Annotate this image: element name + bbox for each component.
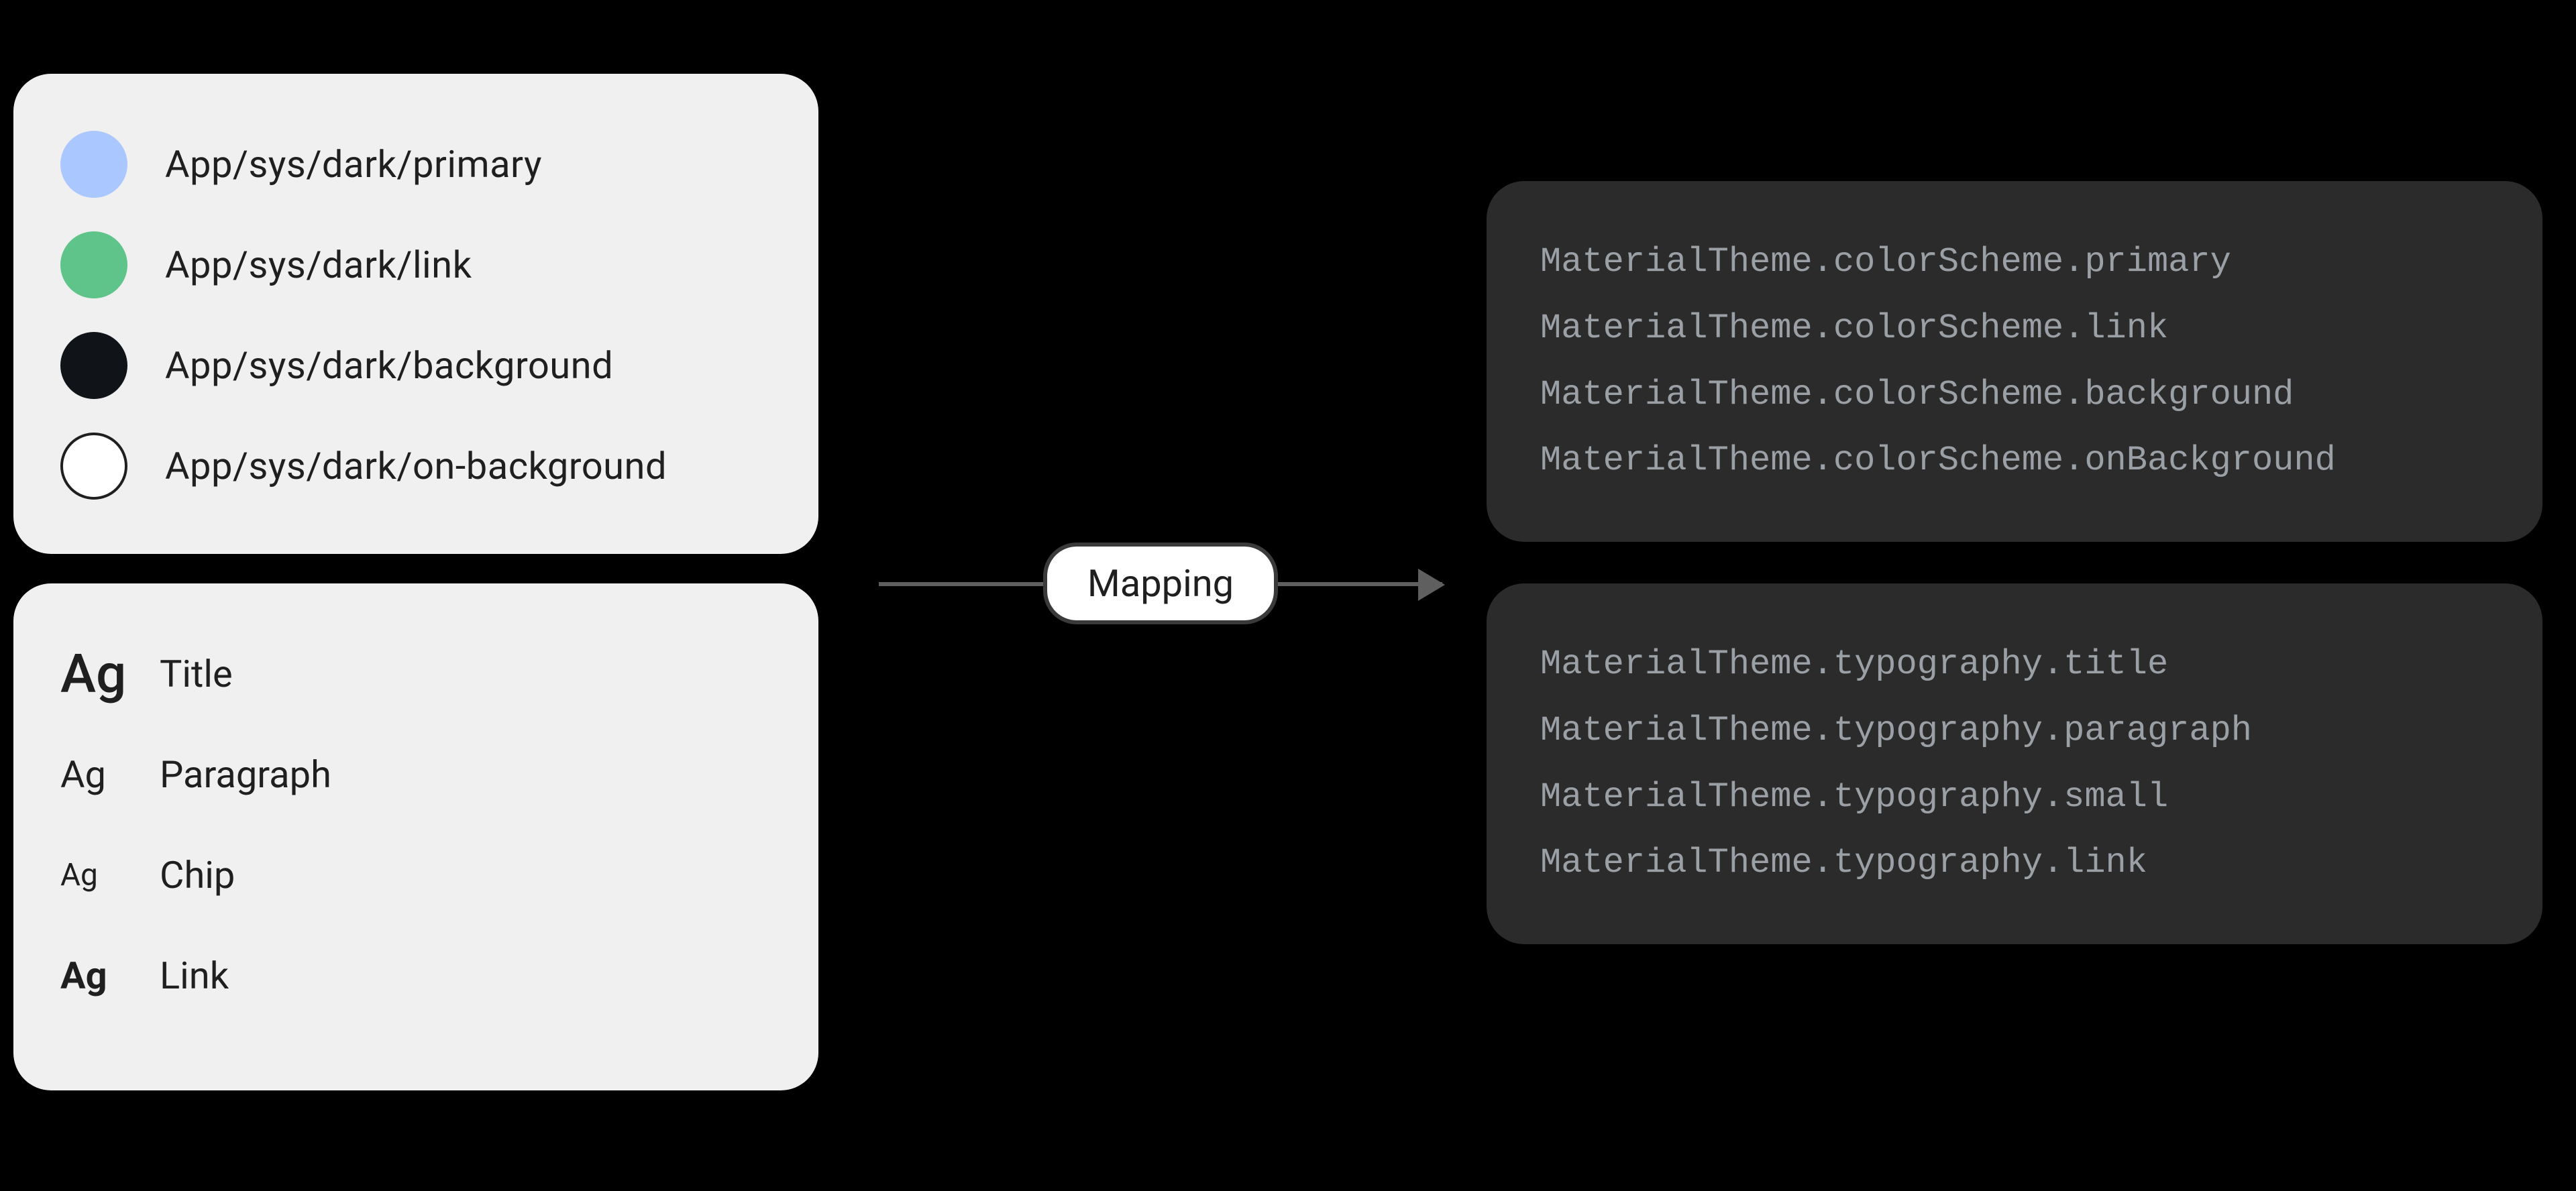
typo-label-paragraph: Paragraph bbox=[160, 752, 331, 797]
typo-row-chip: Ag Chip bbox=[60, 825, 771, 925]
typo-row-paragraph: Ag Paragraph bbox=[60, 724, 771, 825]
swatch-background bbox=[60, 332, 127, 399]
typo-row-link: Ag Link bbox=[60, 925, 771, 1026]
typo-label-link: Link bbox=[160, 954, 229, 998]
code-line: MaterialTheme.colorScheme.onBackground bbox=[1540, 428, 2489, 494]
typo-label-chip: Chip bbox=[160, 853, 235, 897]
color-label-link: App/sys/dark/link bbox=[165, 243, 472, 287]
code-card-color-scheme: MaterialTheme.colorScheme.primary Materi… bbox=[1487, 181, 2542, 542]
color-label-primary: App/sys/dark/primary bbox=[165, 142, 542, 186]
typo-sample-paragraph: Ag bbox=[60, 752, 133, 797]
color-label-background: App/sys/dark/background bbox=[165, 343, 613, 388]
code-line: MaterialTheme.typography.link bbox=[1540, 830, 2489, 897]
code-line: MaterialTheme.typography.paragraph bbox=[1540, 698, 2489, 764]
arrow-head-icon bbox=[1418, 569, 1445, 601]
typo-sample-title: Ag bbox=[60, 642, 133, 705]
code-line: MaterialTheme.colorScheme.background bbox=[1540, 362, 2489, 429]
color-row-on-background: App/sys/dark/on-background bbox=[60, 416, 771, 516]
typo-row-title: Ag Title bbox=[60, 624, 771, 724]
design-token-colors-card: App/sys/dark/primary App/sys/dark/link A… bbox=[13, 74, 818, 554]
swatch-link bbox=[60, 231, 127, 298]
color-row-link: App/sys/dark/link bbox=[60, 215, 771, 315]
color-row-background: App/sys/dark/background bbox=[60, 315, 771, 416]
code-card-typography: MaterialTheme.typography.title MaterialT… bbox=[1487, 583, 2542, 944]
typo-sample-link: Ag bbox=[60, 954, 133, 998]
typo-sample-chip: Ag bbox=[60, 857, 133, 893]
swatch-on-background bbox=[60, 433, 127, 500]
swatch-primary bbox=[60, 131, 127, 198]
mapping-chip: Mapping bbox=[1043, 543, 1278, 624]
code-line: MaterialTheme.typography.title bbox=[1540, 632, 2489, 698]
color-row-primary: App/sys/dark/primary bbox=[60, 114, 771, 215]
code-line: MaterialTheme.typography.small bbox=[1540, 764, 2489, 831]
typo-label-title: Title bbox=[160, 652, 233, 696]
code-line: MaterialTheme.colorScheme.link bbox=[1540, 296, 2489, 362]
code-line: MaterialTheme.colorScheme.primary bbox=[1540, 229, 2489, 296]
mapping-arrow-group: Mapping bbox=[879, 536, 1442, 630]
design-token-typography-card: Ag Title Ag Paragraph Ag Chip Ag Link bbox=[13, 583, 818, 1090]
color-label-on-background: App/sys/dark/on-background bbox=[165, 444, 667, 488]
diagram-canvas: App/sys/dark/primary App/sys/dark/link A… bbox=[0, 0, 2576, 1191]
